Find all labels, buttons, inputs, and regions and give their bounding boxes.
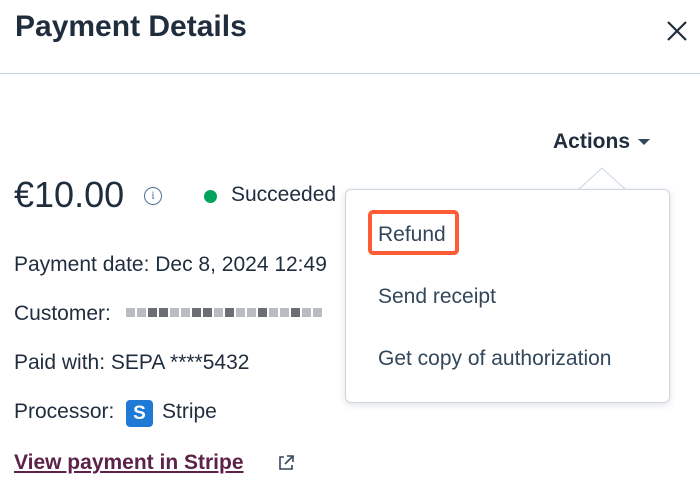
payment-amount: €10.00 (14, 174, 125, 215)
chevron-down-icon (638, 139, 651, 145)
close-icon[interactable] (662, 16, 690, 44)
refund-highlight (368, 210, 459, 255)
external-link-icon[interactable] (276, 453, 296, 473)
page-title: Payment Details (15, 10, 247, 43)
view-payment-link[interactable]: View payment in Stripe (14, 451, 244, 475)
processor-name: Stripe (162, 400, 217, 423)
menu-item-get-authorization[interactable]: Get copy of authorization (378, 347, 611, 371)
actions-label: Actions (553, 130, 631, 153)
status-dot-icon (204, 190, 217, 203)
payment-date: Payment date: Dec 8, 2024 12:49 (14, 253, 327, 276)
stripe-logo-icon: S (126, 400, 153, 427)
menu-pointer (578, 167, 626, 191)
panel-header: Payment Details (0, 0, 700, 74)
info-icon[interactable]: i (144, 187, 162, 205)
customer-name-redacted (125, 306, 350, 330)
customer-label: Customer: (14, 302, 111, 325)
processor-label: Processor: (14, 400, 115, 423)
menu-item-send-receipt[interactable]: Send receipt (378, 285, 496, 309)
paid-with: Paid with: SEPA ****5432 (14, 351, 250, 374)
actions-dropdown[interactable]: Actions (553, 130, 651, 154)
status-badge: Succeeded (231, 183, 337, 206)
